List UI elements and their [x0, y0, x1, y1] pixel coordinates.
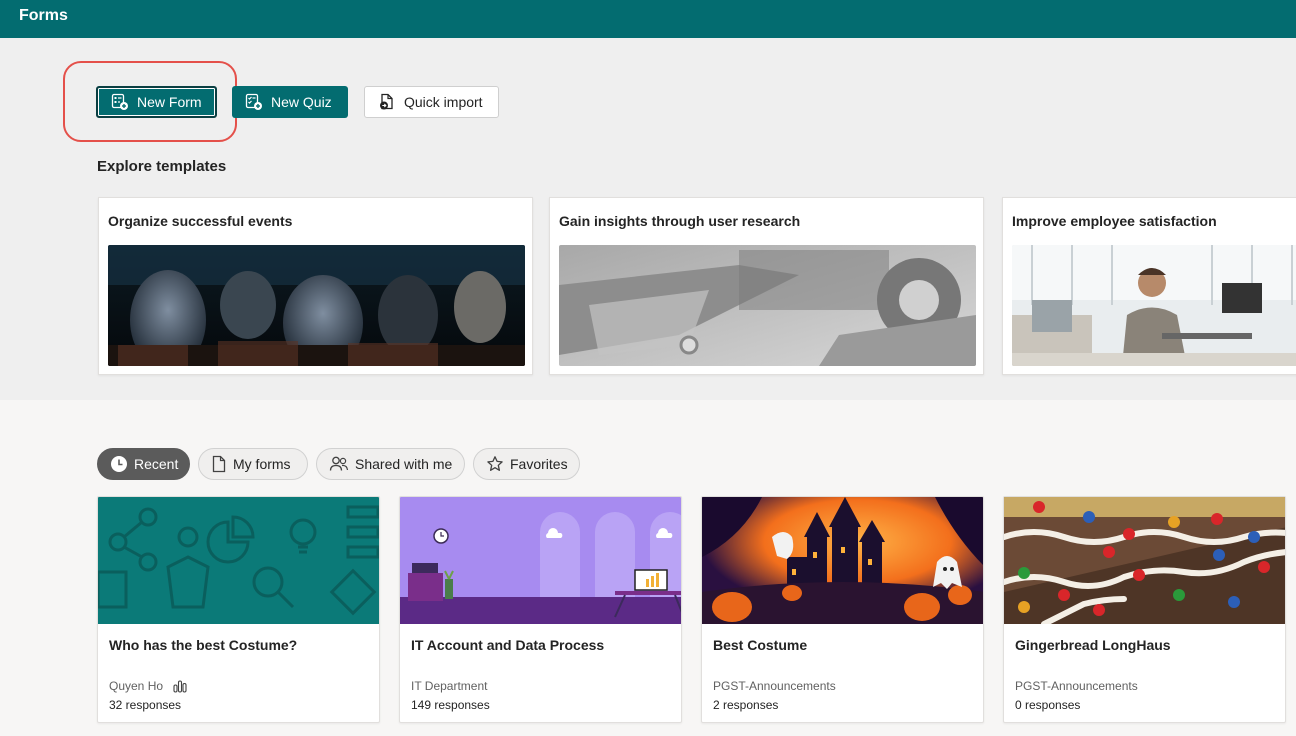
template-title: Gain insights through user research [559, 213, 801, 229]
filter-label: My forms [233, 456, 291, 472]
form-owner: Quyen Ho [109, 679, 187, 693]
form-title: Who has the best Costume? [109, 637, 298, 653]
new-quiz-label: New Quiz [271, 94, 332, 110]
clock-icon [111, 456, 127, 472]
response-count: 0 responses [1015, 698, 1081, 712]
filter-recent[interactable]: Recent [97, 448, 190, 480]
response-count: 2 responses [713, 698, 779, 712]
form-title: Best Costume [713, 637, 808, 653]
form-banner-halloween [702, 497, 983, 624]
quick-import-label: Quick import [404, 94, 483, 110]
form-banner-purple-office [400, 497, 681, 624]
template-card-research[interactable]: Gain insights through user research [549, 197, 984, 375]
filter-label: Shared with me [355, 456, 453, 472]
template-image-audience [108, 245, 525, 366]
form-card[interactable]: Who has the best Costume? Quyen Ho 32 re… [97, 496, 380, 723]
form-banner-teal [98, 497, 379, 624]
quick-import-button[interactable]: Quick import [364, 86, 499, 118]
response-count: 149 responses [411, 698, 490, 712]
people-icon [329, 456, 349, 471]
template-image-office-worker [1012, 245, 1296, 366]
filter-label: Recent [134, 456, 179, 472]
form-title: IT Account and Data Process [411, 637, 605, 653]
form-owner-name: PGST-Announcements [1015, 679, 1138, 693]
form-owner-name: PGST-Announcements [713, 679, 836, 693]
form-card[interactable]: IT Account and Data Process IT Departmen… [399, 496, 682, 723]
filter-favorites[interactable]: Favorites [473, 448, 580, 480]
template-image-mechanical-parts [559, 245, 976, 366]
filter-shared-with-me[interactable]: Shared with me [316, 448, 465, 480]
template-title: Organize successful events [108, 213, 293, 229]
filter-my-forms[interactable]: My forms [198, 448, 308, 480]
form-owner: PGST-Announcements [713, 679, 836, 693]
star-icon [487, 456, 503, 471]
new-form-button[interactable]: New Form [96, 86, 217, 118]
filter-label: Favorites [510, 456, 568, 472]
new-quiz-button[interactable]: New Quiz [232, 86, 348, 118]
new-quiz-icon [245, 93, 262, 110]
template-card-events[interactable]: Organize successful events [98, 197, 533, 375]
import-document-icon [380, 93, 393, 110]
form-card[interactable]: Gingerbread LongHaus PGST-Announcements … [1003, 496, 1286, 723]
form-owner-name: IT Department [411, 679, 488, 693]
app-title[interactable]: Forms [19, 7, 68, 25]
bar-chart-icon [173, 680, 187, 693]
response-count: 32 responses [109, 698, 182, 712]
app-header: Forms [0, 0, 1296, 38]
template-card-employee[interactable]: Improve employee satisfaction [1002, 197, 1296, 375]
form-banner-gingerbread [1004, 497, 1285, 624]
document-icon [212, 455, 226, 473]
form-owner: PGST-Announcements [1015, 679, 1138, 693]
explore-templates-heading: Explore templates [97, 158, 227, 175]
form-card[interactable]: Best Costume PGST-Announcements 2 respon… [701, 496, 984, 723]
template-title: Improve employee satisfaction [1012, 213, 1217, 229]
new-form-icon [111, 93, 128, 110]
form-title: Gingerbread LongHaus [1015, 637, 1171, 653]
new-form-label: New Form [137, 94, 202, 110]
form-owner-name: Quyen Ho [109, 679, 164, 693]
form-owner: IT Department [411, 679, 487, 693]
